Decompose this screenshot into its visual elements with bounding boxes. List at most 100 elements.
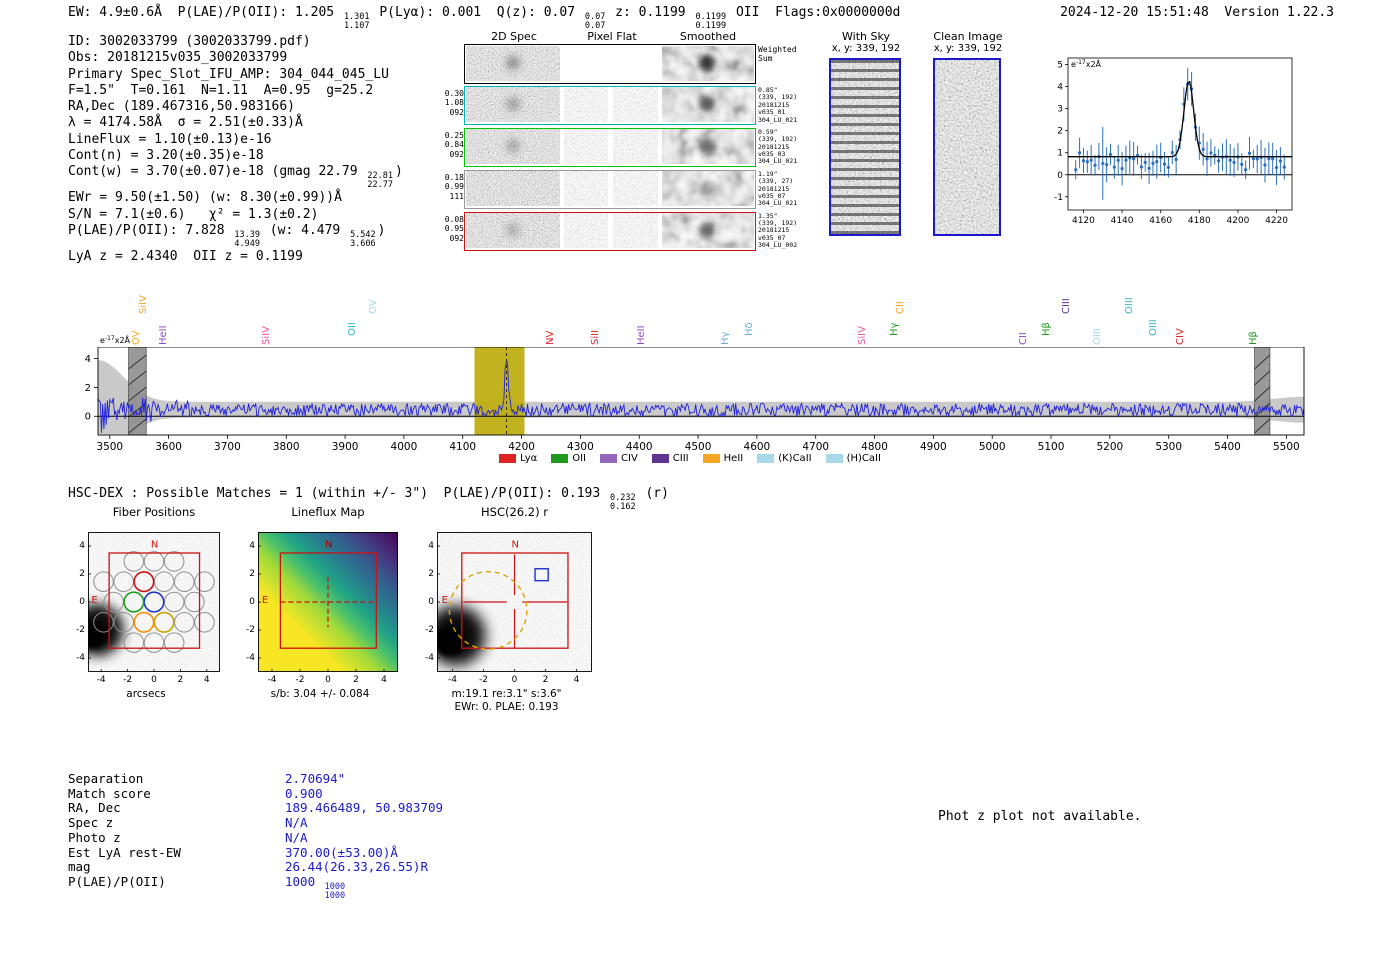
line-label-SiIV: SiIV (260, 326, 272, 345)
svg-text:4160: 4160 (1149, 216, 1172, 226)
legend-item: Lyα (499, 453, 537, 464)
catalog-match-table: Separation 2.70694" Match score 0.900 RA, De… (68, 771, 443, 901)
svg-text:3900: 3900 (332, 441, 359, 453)
text-run: S/N = 7.1(±0.6) χ² = 1.3(±0.2) (68, 206, 319, 222)
svg-text:4180: 4180 (1188, 216, 1211, 226)
noise-image (564, 171, 658, 207)
text-run: (r) (637, 486, 669, 501)
cutout-panel-0: Fiber Positions -4 -4 -2 -2 0 0 2 2 4 4 N Earcsecs (72, 505, 226, 725)
svg-text:4: 4 (1057, 83, 1063, 93)
annotation-line: Sum (758, 54, 773, 63)
match-label: RA, Dec (68, 800, 121, 816)
text-run: (w: 4.479 (261, 222, 349, 238)
line-label-OV: OV (367, 299, 379, 314)
unit-exp: -17 (104, 335, 115, 342)
match-row-5: Est LyA rest-EW 370.00(±53.00)Å (68, 844, 443, 861)
catalog-match-box (534, 568, 549, 582)
legend-swatch (600, 454, 618, 463)
spectrum-svg: 3500 3600 3700 3800 3900 4000 4100 4200 4300 4400… (85, 347, 1305, 453)
noise-image (662, 129, 754, 165)
uncertainty-lower: 1.107 (343, 20, 370, 31)
fiber-weight-labels: 0.18 0.99 111 (440, 173, 464, 202)
y-tick-label: -4 (76, 653, 85, 663)
match-row-3: Spec z N/A (68, 815, 443, 831)
legend-swatch (757, 454, 775, 463)
selected-fiber-circle (143, 591, 165, 613)
header-stats-line: EW: 4.9±0.6Å P(LAE)/P(OII): 1.205 1.301 1… (68, 5, 900, 31)
uncertainty-lower: 4.949 (234, 238, 260, 249)
info-line-5: λ = 4174.58Å σ = 2.51(±0.33)Å (68, 115, 403, 131)
x-tick-label: -4 (96, 675, 106, 685)
header-timestamp: 2024-12-20 15:51:48 Version 1.22.3 (1060, 5, 1334, 20)
text-run: OII Flags:0x0000000d (728, 5, 901, 20)
sky-panel-xy: x, y: 339, 192 (831, 43, 901, 54)
stat-uncertainty: 13.39 4.949 (234, 230, 260, 249)
uncertainty-lower: 0.162 (610, 501, 636, 512)
info-line-0: ID: 3002033799 (3002033799.pdf) (68, 34, 403, 50)
detection-info-block: ID: 3002033799 (3002033799.pdf) Obs: 2018… (68, 34, 403, 265)
line-label-OIII: OIII (1147, 319, 1159, 336)
x-tick-label: -4 (448, 675, 457, 685)
noise-image (466, 45, 560, 81)
sky-panel-xy: x, y: 339, 192 (933, 43, 1003, 54)
text-run: ) (395, 164, 403, 180)
error-band (98, 360, 1304, 435)
masked-band (1254, 347, 1271, 436)
line-label-OV: OV (131, 330, 143, 345)
info-line-8: Cont(w) = 3.70(±0.07)e-18 (gmag 22.79 22… (68, 164, 403, 190)
spec2d-row (464, 85, 756, 126)
cutout-overlay: NE (437, 532, 592, 672)
text-run: Obs: 20181215v035_3002033799 (68, 50, 288, 66)
info-line-7: Cont(n) = 3.20(±0.35)e-18 (68, 148, 403, 164)
match-label: Est LyA rest-EW (68, 844, 181, 860)
text-run: N/A (285, 829, 308, 845)
fiber-weight-labels: 0.30 1.08 092 (440, 89, 464, 118)
svg-text:5100: 5100 (1038, 441, 1065, 453)
info-line-3: F=1.5" T=0.161 N=1.11 A=0.95 g=25.2 (68, 83, 403, 99)
noise-image (662, 45, 754, 81)
spec2d-col-header: Smoothed (679, 30, 737, 43)
spec2d-cutouts-panel: 2D Spec Pixel Flat Smoothed Weighted Sum 0.30… (440, 30, 822, 258)
error-bars (1075, 68, 1285, 200)
stat-uncertainty: 0.232 0.162 (610, 494, 636, 512)
y-tick-label: 0 (79, 597, 85, 607)
text-run: Cont(n) = 3.20(±0.35)e-18 (68, 148, 264, 164)
noise-image (466, 87, 560, 123)
photz-note: Phot z plot not available. (938, 809, 1142, 824)
cutout-panel-2: HSC(26.2) r -4 -4 -2 -2 0 0 2 2 4 4 N Em:19.1 re:3.1… (421, 505, 598, 725)
x-tick-label: -4 (267, 675, 277, 685)
svg-text:2: 2 (1057, 127, 1063, 137)
svg-text:4900: 4900 (920, 441, 947, 453)
svg-text:0: 0 (85, 412, 91, 423)
match-label: Match score (68, 785, 151, 801)
legend-label: (H)CaII (846, 453, 881, 464)
text-run: EWr = 9.50(±1.50) (w: 8.30(±0.99))Å (68, 190, 342, 206)
svg-text:5500: 5500 (1273, 441, 1300, 453)
north-label: N (325, 540, 332, 551)
svg-text:4000: 4000 (391, 441, 418, 453)
y-tick-label: -2 (76, 625, 85, 635)
spec2d-cell-pixelflat (564, 213, 658, 252)
y-tick-label: -4 (246, 653, 255, 663)
spec2d-cell-smoothed (662, 87, 754, 126)
cutout-caption: s/b: 3.04 +/- 0.084 (270, 688, 370, 700)
cutout-image-area: NE (258, 532, 398, 672)
fiber-weight-value: 092 (449, 233, 464, 243)
match-row-2: RA, Dec 189.466489, 50.983709 (68, 801, 443, 816)
clean-image-panel: Clean Image x, y: 339, 192 (932, 30, 1004, 242)
noise-image (466, 213, 560, 249)
svg-text:4200: 4200 (1226, 216, 1249, 226)
extraction-box (108, 552, 201, 649)
x-tick-label: 0 (325, 675, 331, 685)
spec2d-cell-2dspec (466, 129, 560, 168)
text-run: P(Lyα): 0.001 Q(z): 0.07 (371, 5, 583, 20)
svg-text:3600: 3600 (155, 441, 182, 453)
sky-panel-image (829, 58, 901, 236)
text-run: 26.44(26.33,26.55)R (285, 859, 428, 875)
legend-item: HeII (702, 453, 743, 464)
svg-text:-1: -1 (1054, 193, 1063, 203)
noise-image (466, 129, 560, 165)
annotation-line: Weighted (758, 45, 797, 54)
x-tick-label: 4 (573, 675, 580, 685)
line-label-Hβ: Hβ (1248, 331, 1260, 345)
